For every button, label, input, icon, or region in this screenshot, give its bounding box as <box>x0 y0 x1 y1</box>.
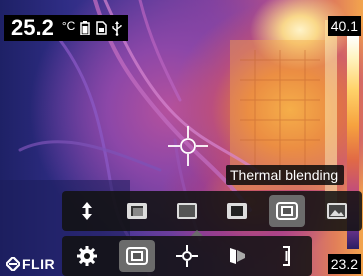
color-palette-button[interactable] <box>219 240 255 272</box>
thermal-blending-icon <box>276 202 298 220</box>
color-palette-icon <box>230 248 245 264</box>
thermal-full-button[interactable] <box>169 195 205 227</box>
image-mode-submenu <box>62 191 362 231</box>
measurement-button[interactable] <box>169 240 205 272</box>
scale-min-label: 23.2 <box>327 254 361 274</box>
measurement-spot-icon <box>176 245 198 267</box>
picture-in-picture-button[interactable] <box>119 195 155 227</box>
battery-icon <box>79 21 91 36</box>
picture-in-picture-icon <box>127 203 147 219</box>
usb-icon <box>111 20 123 36</box>
sort-arrows-button[interactable] <box>69 195 105 227</box>
image-mode-icon <box>126 247 148 265</box>
scale-max-label: 40.1 <box>327 16 361 36</box>
temperature-value: 25.2 <box>11 15 54 40</box>
temperature-scale-button[interactable] <box>269 240 305 272</box>
sd-card-icon <box>95 21 107 36</box>
thermal-blending-button[interactable] <box>269 195 305 227</box>
selection-caret <box>191 230 203 236</box>
mode-tooltip: Thermal blending <box>226 165 345 185</box>
temperature-scale-icon <box>283 246 290 266</box>
thermal-full-icon <box>177 203 197 219</box>
temperature-unit: °C <box>61 19 76 33</box>
image-mode-button[interactable] <box>119 240 155 272</box>
digital-camera-icon <box>327 203 347 219</box>
flir-logo: FLIR <box>6 255 55 273</box>
settings-button[interactable] <box>69 240 105 272</box>
digital-camera-button[interactable] <box>319 195 355 227</box>
logo-text: FLIR <box>22 256 56 272</box>
settings-gear-icon <box>77 246 97 266</box>
spot-crosshair-icon[interactable] <box>168 126 208 166</box>
thermal-box-button[interactable] <box>219 195 255 227</box>
main-menu <box>62 230 312 276</box>
flir-logo-icon <box>6 257 20 271</box>
sort-arrows-icon <box>82 202 92 220</box>
thermal-box-icon <box>227 203 247 219</box>
spot-temperature-readout: 25.2 °C <box>4 15 129 41</box>
